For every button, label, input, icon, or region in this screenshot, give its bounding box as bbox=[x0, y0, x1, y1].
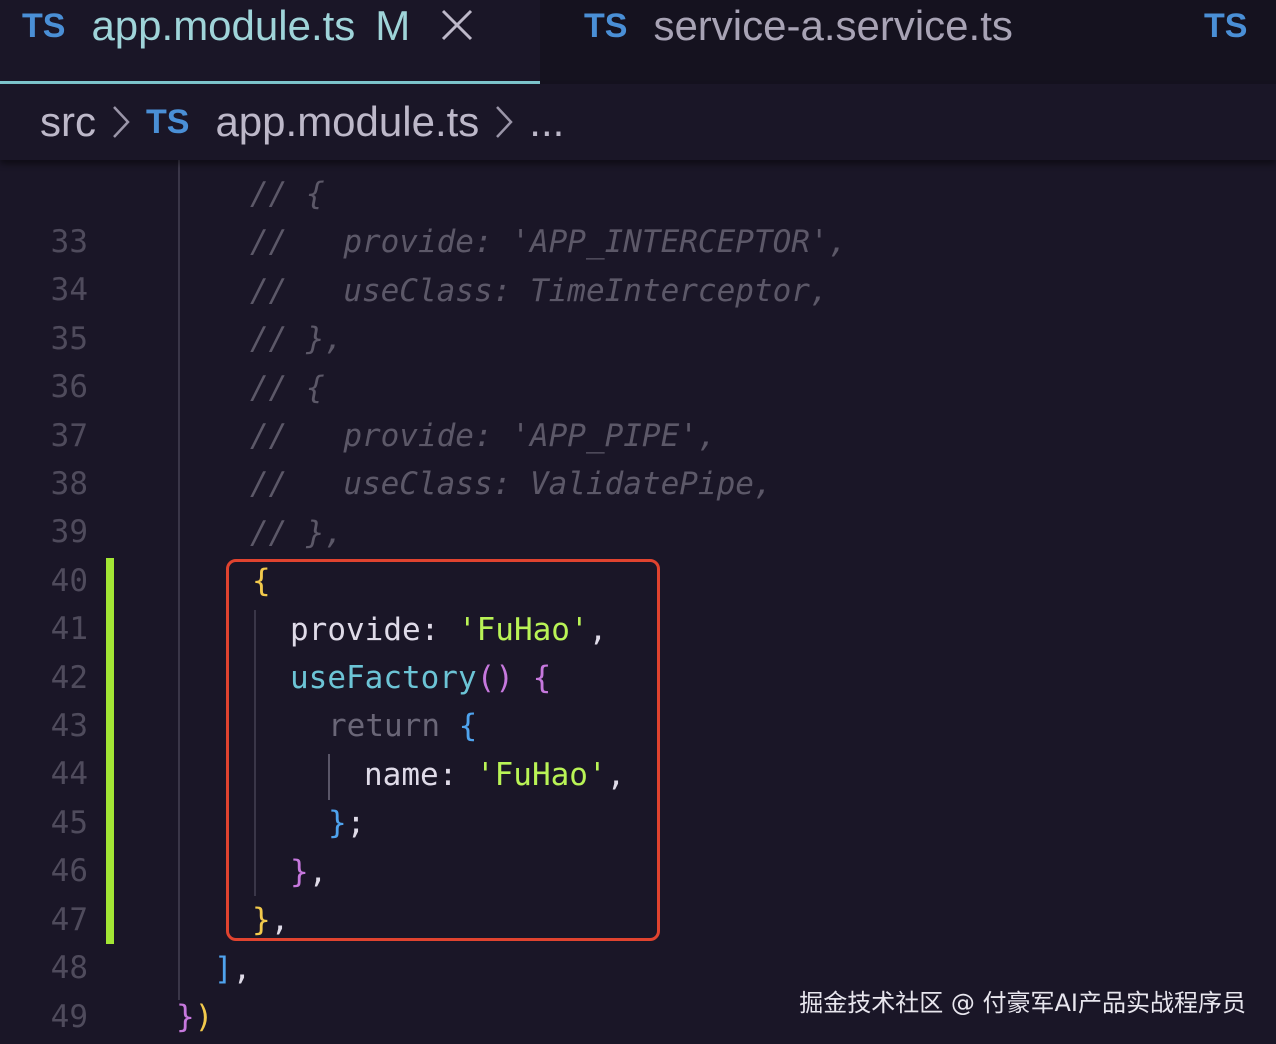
code-line: 33 // { bbox=[0, 170, 1276, 260]
code-text: // }, bbox=[250, 515, 344, 551]
annotation-highlight-box bbox=[226, 559, 660, 941]
tab-overflow[interactable]: TS bbox=[1204, 0, 1273, 86]
typescript-file-icon: TS bbox=[146, 102, 190, 141]
code-line: 38 // provide: 'APP_PIPE', bbox=[0, 412, 1276, 502]
breadcrumb: src TS app.module.ts ... bbox=[0, 84, 1276, 160]
code-line: 37 // { bbox=[0, 364, 1276, 454]
code-line: 34 // provide: 'APP_INTERCEPTOR', bbox=[0, 218, 1276, 308]
code-text: // { bbox=[250, 370, 325, 406]
breadcrumb-file[interactable]: app.module.ts bbox=[215, 98, 479, 146]
tab-label: service-a.service.ts bbox=[653, 2, 1013, 49]
code-text: }) bbox=[176, 999, 214, 1035]
chevron-right-icon bbox=[113, 106, 130, 138]
typescript-file-icon: TS bbox=[1204, 7, 1248, 45]
code-line: 39 // useClass: ValidatePipe, bbox=[0, 460, 1276, 550]
breadcrumb-folder[interactable]: src bbox=[40, 98, 96, 146]
code-line: 36 // }, bbox=[0, 315, 1276, 405]
close-icon[interactable] bbox=[440, 8, 474, 42]
code-text: ], bbox=[214, 951, 252, 987]
code-text: // provide: 'APP_PIPE', bbox=[250, 418, 717, 454]
tab-service-a[interactable]: TS service-a.service.ts bbox=[584, 0, 1013, 86]
code-text: // useClass: ValidatePipe, bbox=[250, 466, 773, 502]
code-editor[interactable]: 33 // { 34 // provide: 'APP_INTERCEPTOR'… bbox=[0, 160, 1276, 1044]
typescript-file-icon: TS bbox=[584, 7, 628, 45]
tab-app-module[interactable]: TS app.module.ts M bbox=[0, 0, 540, 84]
code-line: 35 // useClass: TimeInterceptor, bbox=[0, 267, 1276, 357]
chevron-right-icon bbox=[496, 106, 514, 138]
tab-label: app.module.ts bbox=[91, 2, 356, 49]
typescript-file-icon: TS bbox=[22, 7, 66, 45]
code-text: // }, bbox=[250, 321, 344, 357]
modified-indicator: M bbox=[375, 2, 411, 49]
breadcrumb-more[interactable]: ... bbox=[529, 98, 564, 146]
code-text: // provide: 'APP_INTERCEPTOR', bbox=[250, 224, 848, 260]
code-line: 40 // }, bbox=[0, 509, 1276, 599]
code-text: // { bbox=[250, 176, 325, 212]
code-text: // useClass: TimeInterceptor, bbox=[250, 273, 829, 309]
watermark: 掘金技术社区 @ 付豪军AI产品实战程序员 bbox=[799, 989, 1246, 1017]
editor-tab-bar: TS app.module.ts M TS service-a.service.… bbox=[0, 0, 1276, 84]
